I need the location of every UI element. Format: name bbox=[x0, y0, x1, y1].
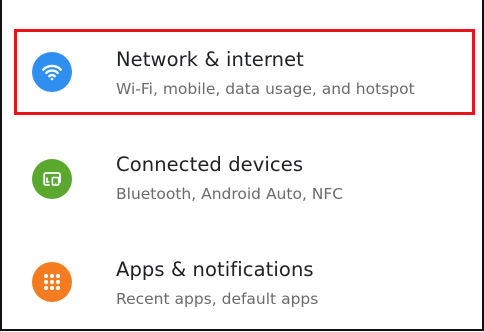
connected-devices-icon-badge bbox=[32, 159, 72, 199]
settings-item-subtitle: Wi-Fi, mobile, data usage, and hotspot bbox=[116, 80, 415, 98]
settings-item-text: Apps & notifications Recent apps, defaul… bbox=[116, 258, 318, 310]
settings-item-title: Network & internet bbox=[116, 48, 304, 71]
settings-item-title: Apps & notifications bbox=[116, 258, 314, 281]
settings-item-text: Network & internet Wi-Fi, mobile, data u… bbox=[116, 48, 415, 100]
settings-item-title: Connected devices bbox=[116, 153, 304, 176]
settings-item-network-internet[interactable]: Network & internet Wi-Fi, mobile, data u… bbox=[14, 29, 477, 117]
settings-item-apps-notifications[interactable]: Apps & notifications Recent apps, defaul… bbox=[14, 244, 477, 332]
connected-devices-icon bbox=[43, 172, 61, 186]
apps-grid-icon bbox=[43, 273, 61, 291]
settings-item-subtitle: Recent apps, default apps bbox=[116, 290, 319, 308]
settings-item-connected-devices[interactable]: Connected devices Bluetooth, Android Aut… bbox=[14, 138, 477, 226]
settings-item-subtitle: Bluetooth, Android Auto, NFC bbox=[116, 185, 344, 203]
wifi-icon bbox=[42, 64, 62, 81]
apps-icon-badge bbox=[32, 262, 72, 302]
settings-item-text: Connected devices Bluetooth, Android Aut… bbox=[116, 153, 343, 205]
settings-list: Network & internet Wi-Fi, mobile, data u… bbox=[0, 0, 484, 331]
network-icon-badge bbox=[32, 52, 72, 92]
